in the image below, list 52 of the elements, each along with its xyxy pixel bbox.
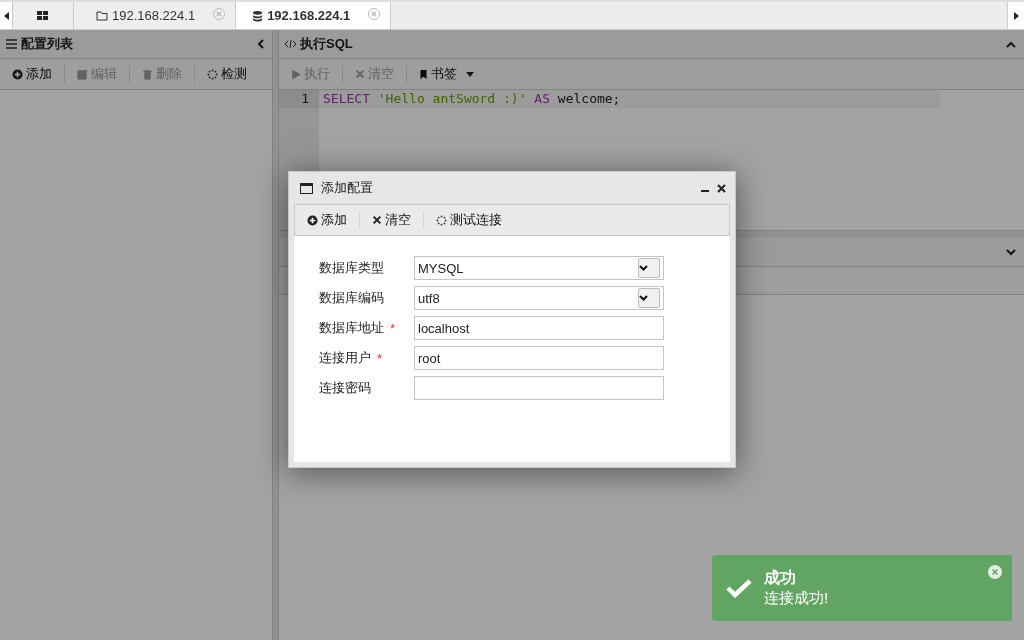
database-icon (252, 9, 264, 22)
line-number: 1 (279, 90, 319, 108)
input-field[interactable]: root (414, 346, 664, 370)
trash-icon (142, 68, 153, 80)
scroll-left-button[interactable] (0, 2, 13, 29)
scroll-right-button[interactable] (1007, 2, 1024, 29)
field-label: 数据库编码 (319, 289, 384, 307)
field-label: 连接密码 (319, 379, 371, 397)
close-icon (355, 69, 365, 79)
input-field[interactable]: localhost (414, 316, 664, 340)
notification-message: 连接成功! (764, 589, 829, 608)
collapse-icon[interactable] (1006, 40, 1016, 48)
panel-title: 执行SQL (300, 35, 354, 53)
toolbar-button[interactable]: 测试连接 (428, 208, 510, 232)
panel-title: 配置列表 (21, 35, 74, 53)
toolbar-button[interactable]: 清空 (364, 208, 419, 232)
select-field[interactable]: utf8 (414, 286, 664, 310)
expand-icon[interactable] (1006, 248, 1016, 256)
list-icon (6, 39, 17, 49)
chevron-down-icon[interactable] (638, 258, 660, 278)
toolbar-button[interactable]: 添加 (299, 208, 355, 232)
close-icon[interactable] (717, 183, 726, 193)
play-icon (291, 68, 301, 80)
tab[interactable]: 192.168.224.1 (236, 2, 392, 29)
grid-icon (37, 9, 49, 22)
caret-icon (466, 71, 474, 77)
field-label: 连接用户 (319, 349, 371, 367)
close-icon (372, 215, 382, 225)
select-field[interactable]: MYSQL (414, 256, 664, 280)
field-label: 数据库类型 (319, 259, 384, 277)
dropdown-button[interactable]: 书签 (411, 62, 482, 86)
toolbar-button[interactable]: 检测 (199, 62, 255, 86)
required-mark: * (377, 350, 383, 366)
window-icon (300, 182, 313, 194)
right-arrow-icon (1013, 11, 1019, 20)
spinner-icon (207, 68, 218, 80)
bookmark-icon (419, 68, 428, 80)
field-label: 数据库地址 (319, 319, 384, 337)
plus-circle-icon (307, 214, 318, 226)
collapse-icon[interactable] (257, 39, 264, 49)
dialog-title: 添加配置 (321, 179, 373, 197)
folder-icon (96, 9, 108, 22)
required-mark: * (390, 320, 396, 336)
notification-title: 成功 (764, 568, 796, 588)
checkmark-icon (726, 578, 752, 598)
input-field[interactable] (414, 376, 664, 400)
chevron-down-icon[interactable] (638, 288, 660, 308)
spinner-icon (436, 214, 447, 226)
plus-circle-icon (12, 68, 23, 80)
left-arrow-icon (3, 11, 9, 20)
code-icon (285, 39, 296, 49)
toolbar-button[interactable]: 添加 (4, 62, 60, 86)
